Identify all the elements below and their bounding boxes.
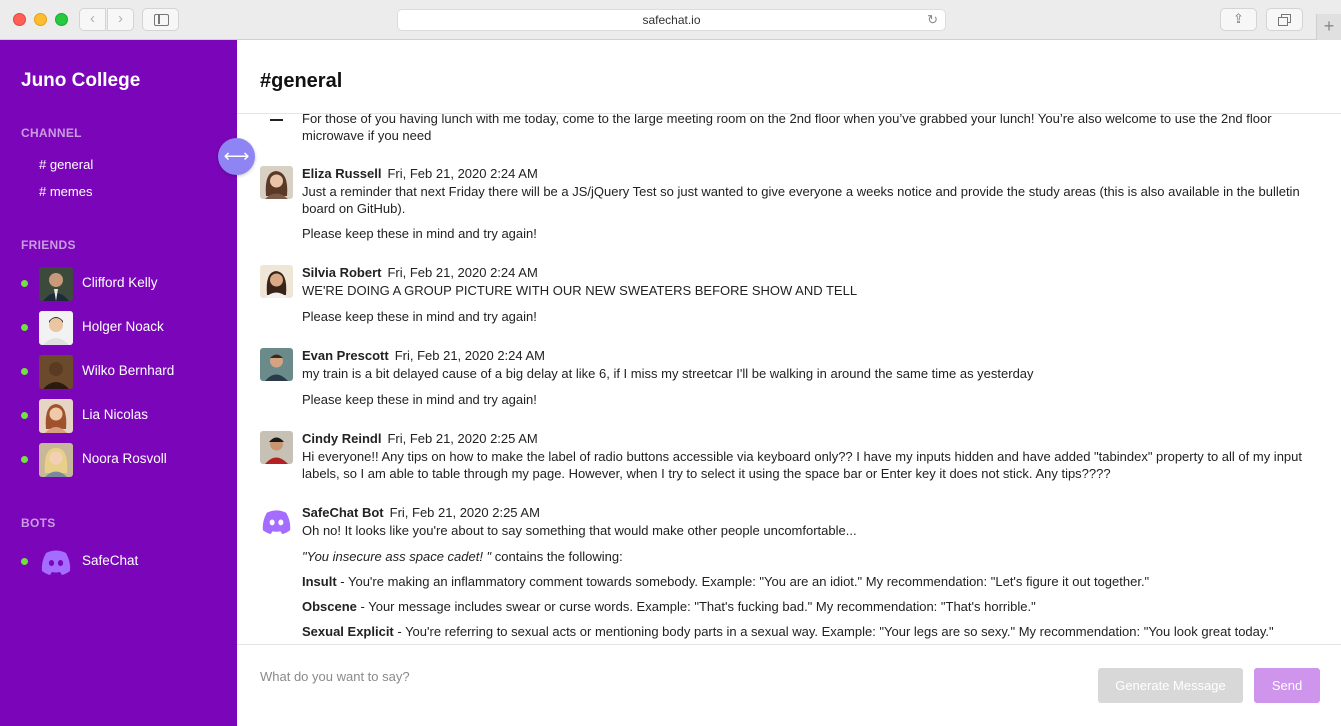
avatar (260, 348, 293, 381)
friend-name: Wilko Bernhard (82, 363, 175, 378)
category-name: Obscene (302, 598, 357, 614)
chevron-left-icon: ‹ (90, 10, 95, 27)
avatar (39, 399, 73, 433)
message-text: Just a reminder that next Friday there w… (302, 184, 1300, 216)
message-timestamp: Fri, Feb 21, 2020 2:25 AM (387, 431, 538, 446)
minimize-window-button[interactable] (34, 13, 47, 26)
category-name: Insult (302, 573, 337, 589)
friend-item[interactable]: Lia Nicolas (0, 398, 237, 434)
tab-overview-button[interactable] (1266, 8, 1303, 31)
double-arrow-icon: ⟷ (223, 146, 250, 166)
bot-intro-text: Oh no! It looks like you're about to say… (302, 523, 857, 538)
bot-name: SafeChat (82, 553, 139, 568)
message-timestamp: Fri, Feb 21, 2020 2:24 AM (387, 265, 538, 280)
message-list[interactable]: For those of you having lunch with me to… (237, 114, 1341, 644)
message-text: For those of you having lunch with me to… (302, 114, 1272, 143)
online-status-dot (21, 412, 28, 419)
discord-bot-icon (260, 505, 293, 538)
workspace-name: Juno College (21, 70, 141, 91)
sidebar-icon (154, 14, 169, 26)
bot-item[interactable]: SafeChat (0, 544, 237, 580)
friend-name: Noora Rosvoll (82, 451, 167, 466)
avatar (260, 265, 293, 298)
avatar (39, 355, 73, 389)
message-followup: Please keep these in mind and try again! (302, 308, 537, 324)
close-window-button[interactable] (13, 13, 26, 26)
message-author[interactable]: Eliza Russell (302, 166, 381, 181)
message-author[interactable]: Cindy Reindl (302, 431, 381, 446)
message-text: my train is a bit delayed cause of a big… (302, 366, 1034, 381)
category-name: Sexual Explicit (302, 623, 394, 639)
chat-main: #general For those of you having lunch w… (237, 40, 1341, 726)
flagged-quote: "You insecure ass space cadet! " contain… (302, 548, 623, 564)
sidebar-toggle-button[interactable] (142, 8, 179, 31)
reload-icon[interactable]: ↻ (927, 10, 938, 30)
divider (237, 644, 1341, 645)
sidebar: Juno College CHANNEL # general # memes F… (0, 40, 237, 726)
message-author[interactable]: Silvia Robert (302, 265, 381, 280)
category-sexual-explicit: Sexual Explicit - You're referring to se… (302, 624, 1312, 640)
message-followup: Please keep these in mind and try again! (302, 226, 537, 241)
message-text: WE'RE DOING A GROUP PICTURE WITH OUR NEW… (302, 283, 858, 298)
quoted-message: "You insecure ass space cadet! " (302, 548, 492, 564)
forward-button[interactable]: › (107, 8, 134, 31)
friends-section-label: FRIENDS (21, 238, 76, 252)
avatar (39, 311, 73, 345)
avatar (260, 166, 293, 199)
avatar (260, 431, 293, 464)
message-text: Hi everyone!! Any tips on how to make th… (302, 449, 1302, 481)
online-status-dot (21, 324, 28, 331)
discord-bot-icon (39, 546, 73, 578)
category-obscene: Obscene - Your message includes swear or… (302, 599, 1312, 615)
generate-message-button[interactable]: Generate Message (1098, 668, 1243, 703)
category-insult: Insult - You're making an inflammatory c… (302, 574, 1312, 590)
message-followup: Please keep these in mind and try again! (302, 391, 537, 407)
collapse-sidebar-button[interactable]: ⟷ (218, 138, 255, 175)
category-description: - You're making an inflammatory comment … (336, 573, 1150, 589)
friend-name: Clifford Kelly (82, 275, 158, 290)
sidebar-item-general[interactable]: # general (39, 157, 93, 172)
avatar (39, 267, 73, 301)
friend-item[interactable]: Wilko Bernhard (0, 354, 237, 390)
send-button[interactable]: Send (1254, 668, 1320, 703)
friend-name: Lia Nicolas (82, 407, 149, 422)
message-timestamp: Fri, Feb 21, 2020 2:24 AM (387, 166, 538, 181)
message-timestamp: Fri, Feb 21, 2020 2:24 AM (394, 348, 546, 363)
friend-item[interactable]: Clifford Kelly (0, 266, 237, 302)
online-status-dot (21, 558, 28, 565)
bots-section-label: BOTS (21, 516, 56, 530)
address-bar[interactable]: safechat.io ↻ (397, 9, 946, 31)
online-status-dot (21, 368, 28, 375)
online-status-dot (21, 456, 28, 463)
share-button[interactable]: ⇪ (1220, 8, 1257, 31)
message-timestamp: Fri, Feb 21, 2020 2:25 AM (389, 505, 540, 520)
friend-item[interactable]: Noora Rosvoll (0, 442, 237, 478)
category-description: - Your message includes swear or curse w… (356, 598, 1036, 614)
category-description: - You're referring to sexual acts or men… (393, 623, 1274, 639)
avatar (260, 114, 293, 121)
share-icon: ⇪ (1233, 11, 1244, 26)
friend-item[interactable]: Holger Noack (0, 310, 237, 346)
sidebar-item-memes[interactable]: # memes (39, 184, 92, 199)
online-status-dot (21, 280, 28, 287)
channel-section-label: CHANNEL (21, 126, 82, 140)
back-button[interactable]: ‹ (79, 8, 106, 31)
maximize-window-button[interactable] (55, 13, 68, 26)
new-tab-button[interactable]: + (1316, 14, 1341, 40)
message-input[interactable] (260, 666, 1060, 686)
url-text: safechat.io (642, 13, 701, 27)
channel-title: #general (260, 70, 343, 92)
message-author[interactable]: SafeChat Bot (302, 505, 384, 520)
browser-toolbar: ‹ › safechat.io ↻ ⇪ + (0, 0, 1341, 40)
avatar (39, 443, 73, 477)
message-author[interactable]: Evan Prescott (302, 348, 389, 363)
friend-name: Holger Noack (82, 319, 164, 334)
chevron-right-icon: › (118, 10, 123, 27)
